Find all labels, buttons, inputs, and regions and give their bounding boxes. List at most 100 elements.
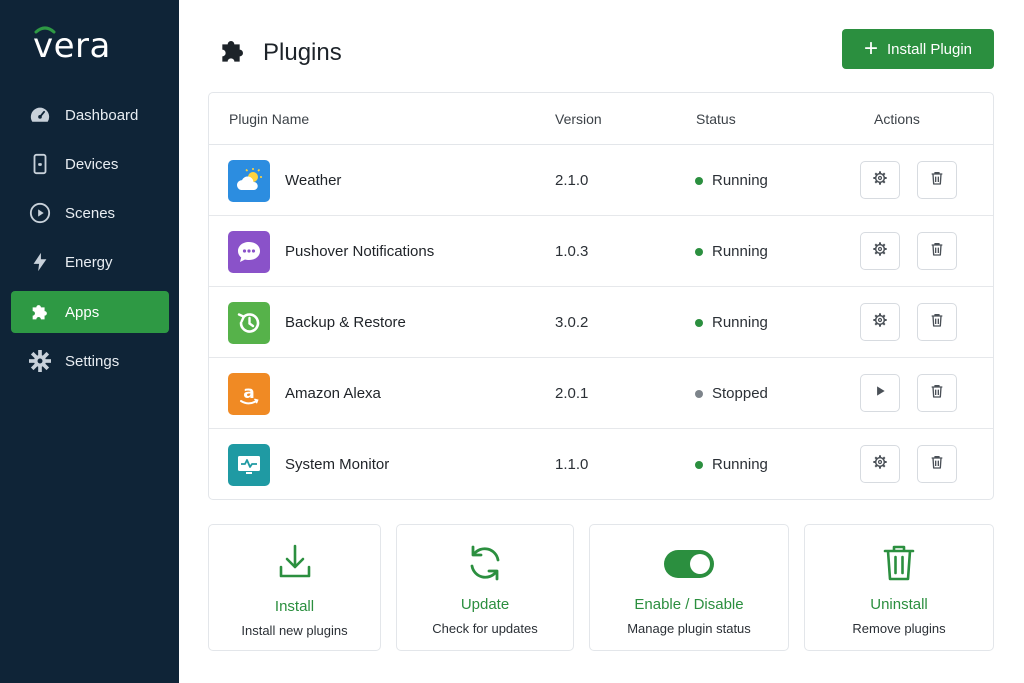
lightning-icon <box>28 250 52 274</box>
column-header-status[interactable]: Status <box>696 111 736 127</box>
card-subtitle: Manage plugin status <box>627 621 751 636</box>
play-icon <box>873 384 887 403</box>
page-title: Plugins <box>263 39 342 66</box>
card-title: Enable / Disable <box>634 596 744 613</box>
sidebar: vera Dashboard Devices Scenes Energy App… <box>0 0 179 683</box>
card-title: Install <box>274 598 315 615</box>
plugin-version: 1.1.0 <box>555 456 589 473</box>
install-plugin-label: Install Plugin <box>886 40 973 58</box>
page-header: Plugins <box>217 35 342 71</box>
status-dot-icon <box>695 247 703 256</box>
plugin-version: 3.0.2 <box>555 314 589 331</box>
trash-icon <box>929 170 945 191</box>
status-dot-icon <box>695 389 703 398</box>
phone-icon <box>28 152 52 176</box>
uninstall-card[interactable]: Uninstall Remove plugins <box>804 524 994 651</box>
card-title: Update <box>460 596 510 613</box>
status-text: Running <box>712 456 768 473</box>
trash-icon <box>805 543 993 583</box>
status-badge: Running <box>695 456 768 473</box>
puzzle-icon <box>217 35 249 72</box>
trash-icon <box>929 383 945 404</box>
sidebar-item-apps[interactable]: Apps <box>11 291 169 333</box>
plugin-name: System Monitor <box>285 456 390 473</box>
gear-icon <box>872 454 888 475</box>
settings-button[interactable] <box>860 445 900 483</box>
plugin-name: Pushover Notifications <box>285 243 435 260</box>
delete-button[interactable] <box>917 374 957 412</box>
sidebar-item-label: Energy <box>65 253 113 271</box>
plugin-name: Amazon Alexa <box>285 385 381 402</box>
monitor-pulse-icon <box>228 444 270 486</box>
table-row[interactable]: System Monitor 1.1.0 Running <box>209 429 993 500</box>
plugin-version: 1.0.3 <box>555 243 589 260</box>
column-header-name[interactable]: Plugin Name <box>229 111 309 127</box>
delete-button[interactable] <box>917 445 957 483</box>
settings-button[interactable] <box>860 161 900 199</box>
card-subtitle: Remove plugins <box>852 621 946 636</box>
install-card[interactable]: Install Install new plugins <box>208 524 381 651</box>
svg-text:a: a <box>243 383 254 403</box>
delete-button[interactable] <box>917 303 957 341</box>
table-row[interactable]: Pushover Notifications 1.0.3 Running <box>209 216 993 287</box>
history-icon <box>228 302 270 344</box>
delete-button[interactable] <box>917 232 957 270</box>
status-dot-icon <box>695 176 703 185</box>
delete-button[interactable] <box>917 161 957 199</box>
gear-icon <box>872 170 888 191</box>
sidebar-item-label: Apps <box>65 303 100 321</box>
sidebar-item-settings[interactable]: Settings <box>11 340 169 382</box>
plugins-table: Plugin Name Version Status Actions Weath… <box>208 92 994 500</box>
status-text: Running <box>712 172 768 189</box>
gear-icon <box>872 241 888 262</box>
status-badge: Running <box>695 172 768 189</box>
table-row[interactable]: Weather 2.1.0 Running <box>209 145 993 216</box>
table-header: Plugin Name Version Status Actions <box>209 93 993 145</box>
card-subtitle: Install new plugins <box>241 623 348 638</box>
settings-button[interactable] <box>860 232 900 270</box>
plus-icon: + <box>863 35 878 62</box>
settings-button[interactable] <box>860 303 900 341</box>
column-header-actions: Actions <box>874 111 920 127</box>
status-badge: Stopped <box>695 385 768 402</box>
sidebar-item-label: Devices <box>65 155 119 173</box>
card-title: Uninstall <box>870 596 928 613</box>
toggle-icon <box>590 549 788 579</box>
start-button[interactable] <box>860 374 900 412</box>
install-plugin-button[interactable]: + Install Plugin <box>842 29 994 69</box>
plugin-version: 2.1.0 <box>555 172 589 189</box>
weather-icon <box>228 160 270 202</box>
update-card[interactable]: Update Check for updates <box>396 524 574 651</box>
trash-icon <box>929 312 945 333</box>
gear-icon <box>28 349 52 373</box>
plugin-version: 2.0.1 <box>555 385 589 402</box>
column-header-version[interactable]: Version <box>555 111 602 127</box>
status-badge: Running <box>695 314 768 331</box>
sidebar-item-dashboard[interactable]: Dashboard <box>11 94 169 136</box>
download-icon <box>209 543 380 581</box>
table-row[interactable]: a Amazon Alexa 2.0.1 Stopped <box>209 358 993 429</box>
sidebar-item-label: Settings <box>65 352 120 370</box>
sidebar-item-label: Scenes <box>65 204 116 222</box>
trash-icon <box>929 454 945 475</box>
gear-icon <box>872 312 888 333</box>
card-subtitle: Check for updates <box>432 621 538 636</box>
vera-logo[interactable]: vera <box>33 26 111 66</box>
plugin-name: Weather <box>285 172 342 189</box>
enable-disable-card[interactable]: Enable / Disable Manage plugin status <box>589 524 789 651</box>
table-row[interactable]: Backup & Restore 3.0.2 Running <box>209 287 993 358</box>
sidebar-item-devices[interactable]: Devices <box>11 143 169 185</box>
sidebar-item-scenes[interactable]: Scenes <box>11 192 169 234</box>
plugin-name: Backup & Restore <box>285 314 406 331</box>
logo-arc-icon <box>34 26 56 34</box>
puzzle-icon <box>28 300 52 324</box>
play-circle-icon <box>28 201 52 225</box>
status-dot-icon <box>695 460 703 469</box>
refresh-icon <box>397 543 573 583</box>
sidebar-item-energy[interactable]: Energy <box>11 241 169 283</box>
speedometer-icon <box>28 103 52 127</box>
status-text: Running <box>712 314 768 331</box>
status-badge: Running <box>695 243 768 260</box>
status-dot-icon <box>695 318 703 327</box>
amazon-icon: a <box>228 373 270 415</box>
